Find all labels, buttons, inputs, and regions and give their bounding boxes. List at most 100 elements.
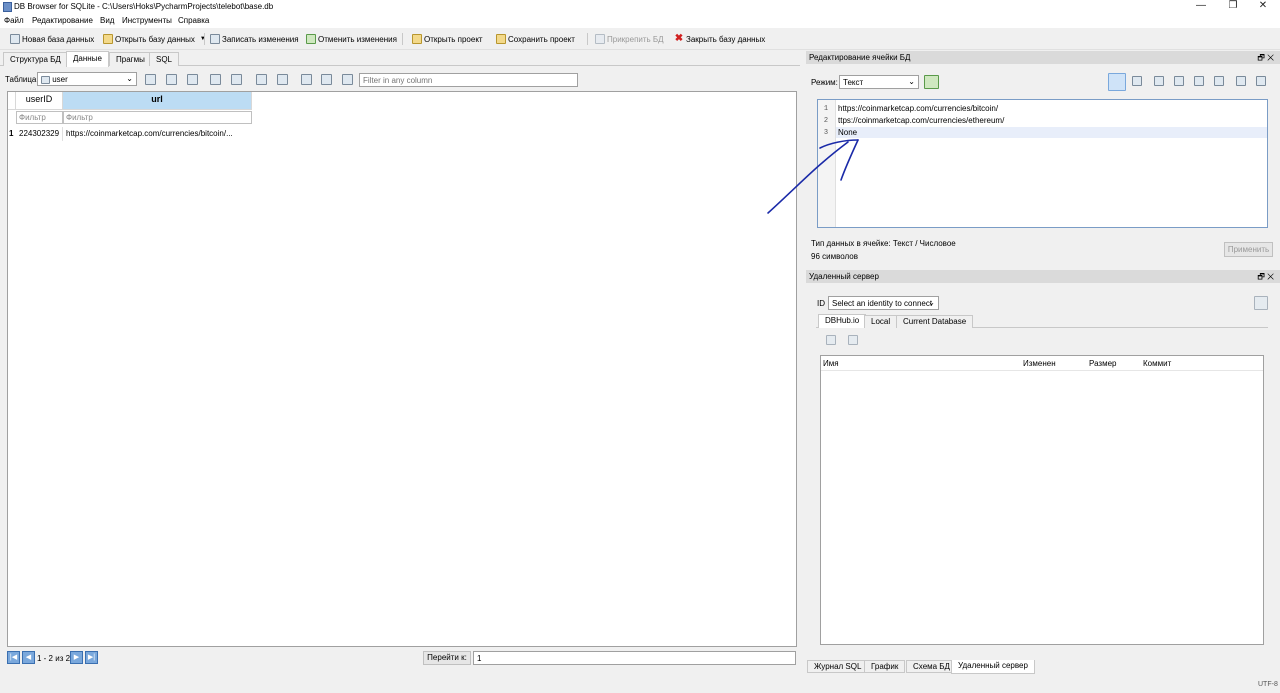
refresh-remote-icon[interactable] xyxy=(826,335,836,345)
dock-buttons[interactable]: 🗗 ✕ xyxy=(1257,52,1274,66)
tab-db-structure[interactable]: Структура БД xyxy=(3,52,68,66)
next-page-icon[interactable]: ▶ xyxy=(70,651,83,664)
tab-remote[interactable]: Удаленный сервер xyxy=(951,660,1035,674)
remote-title: Удаленный сервер xyxy=(809,272,879,281)
set-null-icon[interactable] xyxy=(1194,76,1204,86)
tab-current-database[interactable]: Current Database xyxy=(896,315,974,328)
text-wrap-icon[interactable] xyxy=(1108,73,1126,91)
column-header-userid[interactable]: userID xyxy=(16,92,63,110)
revert-changes-label: Отменить изменения xyxy=(318,34,397,44)
clear-sort-icon[interactable] xyxy=(187,74,198,85)
write-changes-button[interactable]: Записать изменения xyxy=(210,32,299,46)
cell-editor-title-bar: Редактирование ячейки БД 🗗 ✕ xyxy=(806,51,1280,64)
tab-pragmas[interactable]: Прагмы xyxy=(109,52,152,66)
first-page-icon[interactable]: |◀ xyxy=(7,651,20,664)
left-panel: Структура БД Данные Прагмы SQL Таблица: … xyxy=(0,50,800,680)
clear-icon[interactable] xyxy=(1236,76,1246,86)
menu-help[interactable]: Справка xyxy=(178,16,209,25)
menu-file[interactable]: Файл xyxy=(4,16,24,25)
new-db-button[interactable]: Новая база данных xyxy=(10,32,94,46)
format-icon[interactable] xyxy=(342,74,353,85)
identity-select[interactable]: Select an identity to connect ⌄ xyxy=(828,296,939,310)
open-project-button[interactable]: Открыть проект xyxy=(412,32,483,46)
indent-icon[interactable] xyxy=(1132,76,1142,86)
close-button[interactable]: ✕ xyxy=(1244,0,1280,14)
mode-select[interactable]: Текст ⌄ xyxy=(839,75,919,89)
goto-button[interactable]: Перейти к: xyxy=(423,651,471,665)
identity-select-value: Select an identity to connect xyxy=(832,299,933,308)
tab-sql-log[interactable]: Журнал SQL xyxy=(807,660,869,673)
table-label: Таблица: xyxy=(5,75,39,84)
close-db-icon: ✖ xyxy=(674,33,684,44)
tab-sql[interactable]: SQL xyxy=(149,52,180,66)
image-icon[interactable] xyxy=(1214,76,1224,86)
prev-page-icon[interactable]: ◀ xyxy=(22,651,35,664)
table-cell-userid[interactable]: 224302329 xyxy=(16,127,63,141)
tab-db-schema[interactable]: Схема БД xyxy=(906,660,957,673)
print-cell-icon[interactable] xyxy=(1256,76,1266,86)
replace-icon[interactable] xyxy=(321,74,332,85)
filter-any-column-input[interactable] xyxy=(359,73,578,87)
new-db-label: Новая база данных xyxy=(22,34,95,44)
save-project-icon xyxy=(496,34,506,44)
tab-dbhub[interactable]: DBHub.io xyxy=(818,314,867,328)
menu-bar: Файл Редактирование Вид Инструменты Спра… xyxy=(0,14,1280,28)
row-number[interactable]: 1 xyxy=(8,127,16,141)
revert-changes-button[interactable]: Отменить изменения xyxy=(306,32,397,46)
refresh-icon[interactable] xyxy=(145,74,156,85)
clear-filters-icon[interactable] xyxy=(166,74,177,85)
cell-type-info: Тип данных в ячейке: Текст / Числовое xyxy=(811,239,956,248)
save-icon xyxy=(210,34,220,44)
auto-switch-mode-icon[interactable] xyxy=(924,75,939,89)
remote-title-bar: Удаленный сервер 🗗 ✕ xyxy=(806,270,1280,283)
insert-record-icon[interactable] xyxy=(256,74,267,85)
table-select-value: user xyxy=(52,75,68,84)
mode-label: Режим: xyxy=(811,78,838,87)
tab-local[interactable]: Local xyxy=(864,315,898,328)
column-header-name[interactable]: Имя xyxy=(823,359,839,368)
line-number: 1 xyxy=(823,105,829,113)
attach-db-label: Прикрепить БД xyxy=(607,34,664,44)
last-page-icon[interactable]: ▶| xyxy=(85,651,98,664)
apply-button[interactable]: Применить xyxy=(1224,242,1273,257)
tab-plot[interactable]: График xyxy=(864,660,906,673)
import-icon[interactable] xyxy=(1154,76,1164,86)
filter-url-input[interactable]: Фильтр xyxy=(63,111,252,124)
delete-record-icon[interactable] xyxy=(277,74,288,85)
column-header-modified[interactable]: Изменен xyxy=(1023,359,1056,368)
open-folder-icon xyxy=(103,34,113,44)
title-bar: DB Browser for SQLite - C:\Users\Hoks\Py… xyxy=(0,0,1280,14)
table-cell-url[interactable]: https://coinmarketcap.com/currencies/bit… xyxy=(63,127,252,141)
cell-text-editor[interactable]: 1 https://coinmarketcap.com/currencies/b… xyxy=(817,99,1268,228)
toolbar-separator xyxy=(402,33,403,45)
open-db-button[interactable]: Открыть базу данных ▼ xyxy=(103,32,206,46)
column-header-url[interactable]: url xyxy=(63,92,252,110)
export-icon[interactable] xyxy=(1174,76,1184,86)
attach-db-button[interactable]: Прикрепить БД xyxy=(595,32,664,46)
cell-editor-title: Редактирование ячейки БД xyxy=(809,53,911,62)
save-project-button[interactable]: Сохранить проект xyxy=(496,32,575,46)
chevron-down-icon: ⌄ xyxy=(928,298,935,307)
current-line-highlight xyxy=(836,127,1267,138)
identity-settings-icon[interactable] xyxy=(1254,296,1268,310)
editor-line: https://coinmarketcap.com/currencies/bit… xyxy=(838,104,999,113)
table-select[interactable]: user ⌄ xyxy=(37,72,137,86)
menu-edit[interactable]: Редактирование xyxy=(32,16,93,25)
table-icon xyxy=(41,75,50,84)
goto-input[interactable] xyxy=(473,651,796,665)
close-db-button[interactable]: ✖ Закрыть базу данных xyxy=(674,32,766,46)
clone-icon[interactable] xyxy=(848,335,858,345)
menu-tools[interactable]: Инструменты xyxy=(122,16,172,25)
menu-view[interactable]: Вид xyxy=(100,16,114,25)
filter-userid-input[interactable]: Фильтр xyxy=(16,111,63,124)
main-tab-bar: Структура БД Данные Прагмы SQL xyxy=(0,50,800,67)
dock-buttons[interactable]: 🗗 ✕ xyxy=(1257,271,1274,285)
tab-data[interactable]: Данные xyxy=(66,51,109,67)
column-header-size[interactable]: Размер xyxy=(1089,359,1117,368)
save-view-icon[interactable] xyxy=(210,74,221,85)
column-header-commit[interactable]: Коммит xyxy=(1143,359,1171,368)
find-icon[interactable] xyxy=(301,74,312,85)
chevron-down-icon: ⌄ xyxy=(908,77,915,86)
pager-bar: |◀ ◀ 1 - 2 из 2 ▶ ▶| Перейти к: xyxy=(0,648,800,670)
print-icon[interactable] xyxy=(231,74,242,85)
